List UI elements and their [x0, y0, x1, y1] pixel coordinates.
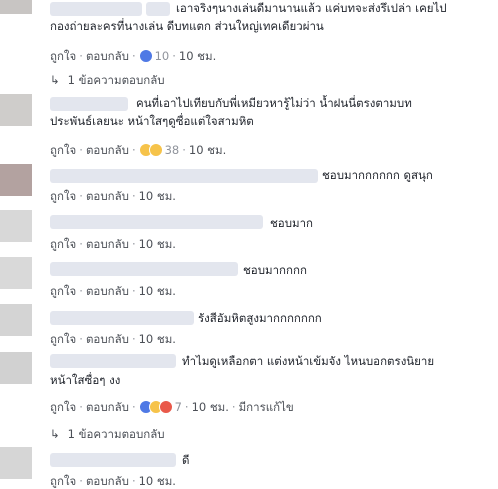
timestamp[interactable]: 10 ชม. — [139, 332, 176, 346]
separator: · — [79, 284, 83, 298]
separator: · — [131, 49, 136, 63]
reply-link[interactable]: ตอบกลับ — [86, 474, 129, 488]
separator: · — [131, 284, 136, 298]
separator: · — [182, 143, 186, 157]
reply-arrow-icon: ↳ — [50, 73, 60, 87]
avatar[interactable] — [0, 352, 32, 384]
avatar[interactable] — [0, 164, 32, 196]
like-link[interactable]: ถูกใจ — [50, 284, 76, 298]
separator: · — [79, 189, 83, 203]
reply-link[interactable]: ตอบกลับ — [86, 49, 129, 63]
angry-reaction-icon — [158, 400, 173, 414]
separator: · — [131, 332, 136, 346]
separator: · — [131, 189, 136, 203]
like-link[interactable]: ถูกใจ — [50, 332, 76, 346]
reaction-count[interactable]: 38 — [165, 143, 180, 157]
reply-link[interactable]: ตอบกลับ — [86, 284, 129, 298]
view-replies-link[interactable]: ↳ 1 ข้อความตอบกลับ — [50, 72, 165, 88]
reactions[interactable] — [138, 48, 153, 64]
commenter-name-redacted[interactable] — [50, 97, 128, 111]
commenter-name-redacted[interactable] — [50, 262, 238, 276]
reply-link[interactable]: ตอบกลับ — [86, 400, 129, 414]
like-reaction-icon — [138, 49, 153, 63]
like-link[interactable]: ถูกใจ — [50, 49, 76, 63]
separator: · — [184, 400, 189, 414]
commenter-name-redacted[interactable] — [50, 453, 176, 467]
reply-link[interactable]: ตอบกลับ — [86, 332, 129, 346]
comment-actions: ถูกใจ · ตอบกลับ · 10 · 10 ชม. — [50, 48, 216, 64]
separator: · — [79, 143, 83, 157]
like-link[interactable]: ถูกใจ — [50, 189, 76, 203]
timestamp[interactable]: 10 ชม. — [139, 237, 176, 251]
wow-reaction-icon — [148, 143, 163, 157]
separator: · — [231, 400, 236, 414]
avatar[interactable] — [0, 210, 32, 242]
separator: · — [131, 474, 136, 488]
commenter-name-redacted[interactable] — [50, 215, 263, 229]
reply-link[interactable]: ตอบกลับ — [86, 143, 129, 157]
commenter-name-redacted[interactable] — [50, 169, 318, 183]
comment-text: ทำไมดูเหลือกตา แต่งหน้าเข้มจัง ไหนบอกตรง… — [182, 354, 435, 368]
like-link[interactable]: ถูกใจ — [50, 143, 76, 157]
comment-text: ชอบมากกกกกก ดูสนุก — [322, 168, 433, 182]
like-link[interactable]: ถูกใจ — [50, 400, 76, 414]
commenter-name-redacted[interactable] — [50, 311, 194, 325]
separator: · — [172, 49, 176, 63]
reply-link[interactable]: ตอบกลับ — [86, 237, 129, 251]
avatar[interactable] — [0, 257, 32, 289]
comment-text: กองถ่ายละครที่นางเล่น ดีบทแตก ส่วนใหญ่เท… — [50, 19, 324, 33]
separator: · — [79, 332, 83, 346]
reactions[interactable] — [138, 142, 163, 158]
comment-actions: ถูกใจ · ตอบกลับ · 10 ชม. — [50, 283, 176, 299]
reaction-count[interactable]: 10 — [155, 49, 170, 63]
commenter-name-redacted[interactable] — [50, 354, 176, 368]
comment-text: ดี — [182, 453, 190, 467]
comment-actions: ถูกใจ · ตอบกลับ · 38 · 10 ชม. — [50, 142, 226, 158]
comment-actions: ถูกใจ · ตอบกลับ · 10 ชม. — [50, 331, 176, 347]
timestamp[interactable]: 10 ชม. — [192, 400, 229, 414]
comment-actions: ถูกใจ · ตอบกลับ · 7 · 10 ชม. · มีการแก้ไข — [50, 399, 294, 415]
separator: · — [131, 400, 136, 414]
comment-text: เอาจริงๆนางเล่นดีมานานแล้ว แค่บทจะส่งรึเ… — [176, 1, 447, 15]
separator: · — [79, 237, 83, 251]
comment-text: ชอบมาก — [270, 216, 314, 230]
like-link[interactable]: ถูกใจ — [50, 237, 76, 251]
timestamp[interactable]: 10 ชม. — [139, 284, 176, 298]
comment-actions: ถูกใจ · ตอบกลับ · 10 ชม. — [50, 473, 176, 489]
avatar[interactable] — [0, 0, 32, 14]
like-link[interactable]: ถูกใจ — [50, 474, 76, 488]
separator: · — [79, 474, 83, 488]
reaction-count[interactable]: 7 — [175, 400, 182, 414]
commenter-name-redacted[interactable] — [50, 2, 142, 16]
separator: · — [131, 143, 136, 157]
reactions[interactable] — [138, 399, 173, 415]
comment-text: รังสีอัมหิตสูงมากกกกกกก — [198, 311, 322, 325]
timestamp[interactable]: 10 ชม. — [139, 474, 176, 488]
timestamp[interactable]: 10 ชม. — [179, 49, 216, 63]
view-replies-link[interactable]: ↳ 1 ข้อความตอบกลับ — [50, 426, 165, 442]
reply-link[interactable]: ตอบกลับ — [86, 189, 129, 203]
comment-actions: ถูกใจ · ตอบกลับ · 10 ชม. — [50, 236, 176, 252]
timestamp[interactable]: 10 ชม. — [189, 143, 226, 157]
comment-text: ประพันธ์เลยนะ หน้าใสๆดูซื่อแต่ใจสามหิต — [50, 114, 254, 128]
separator: · — [79, 49, 83, 63]
replies-label[interactable]: 1 ข้อความตอบกลับ — [68, 73, 165, 87]
avatar[interactable] — [0, 447, 32, 479]
separator: · — [131, 237, 136, 251]
comment-actions: ถูกใจ · ตอบกลับ · 10 ชม. — [50, 188, 176, 204]
separator: · — [79, 400, 83, 414]
reply-arrow-icon: ↳ — [50, 427, 60, 441]
comment-text: หน้าใสซื่อๆ งง — [50, 373, 121, 387]
avatar[interactable] — [0, 94, 32, 126]
comment-text: คนที่เอาไปเทียบกับพี่เหมียวหารู้ไม่ว่า น… — [136, 96, 412, 110]
edited-label[interactable]: มีการแก้ไข — [239, 400, 294, 414]
avatar[interactable] — [0, 304, 32, 336]
timestamp[interactable]: 10 ชม. — [139, 189, 176, 203]
replies-label[interactable]: 1 ข้อความตอบกลับ — [68, 427, 165, 441]
comment-text: ชอบมากกกก — [243, 263, 307, 277]
commenter-name-redacted[interactable] — [146, 2, 170, 16]
